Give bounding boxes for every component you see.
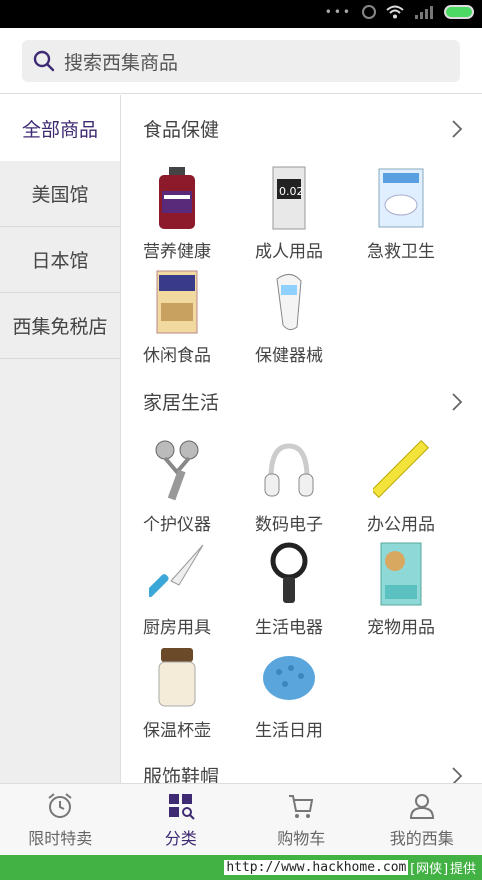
section-header-home-living[interactable]: 家居生活 <box>143 388 463 415</box>
category-item[interactable]: 办公用品 <box>345 438 457 535</box>
tab-label: 我的西集 <box>389 828 454 848</box>
sidebar-item-label: 全部商品 <box>21 118 98 141</box>
battery-icon <box>444 5 474 19</box>
sidebar-item-label: 西集免税店 <box>12 316 108 338</box>
supplement-bottle-icon <box>149 165 205 231</box>
category-item-label: 保温杯壶 <box>143 721 211 741</box>
sidebar-item-label: 美国馆 <box>31 184 89 206</box>
alarm-clock-icon <box>48 792 72 818</box>
sidebar-item-label: 日本馆 <box>31 250 89 272</box>
thermometer-icon <box>261 269 317 335</box>
chevron-right-icon <box>452 119 463 138</box>
category-item[interactable]: 数码电子 <box>233 438 345 535</box>
category-sidebar: 全部商品 美国馆 日本馆 西集免税店 <box>0 95 121 783</box>
section-header-food-health[interactable]: 食品保健 <box>143 115 463 142</box>
sidebar-item-japan[interactable]: 日本馆 <box>0 227 120 293</box>
person-icon <box>409 793 434 819</box>
watermark-bar: http://www.hackhome.com [网侠]提供 <box>0 855 482 880</box>
snack-box-icon <box>149 269 205 335</box>
signal-icon <box>415 6 433 19</box>
section-title: 食品保健 <box>143 119 220 141</box>
box-icon: 0.02 <box>261 165 317 231</box>
watermark-tag: [网侠]提供 <box>408 862 476 877</box>
tab-label: 购物车 <box>277 828 326 848</box>
category-item-label: 营养健康 <box>143 242 211 262</box>
section-title: 家居生活 <box>143 392 220 414</box>
category-item[interactable]: 个护仪器 <box>121 438 233 535</box>
notification-dots-icon: ••• <box>324 5 352 19</box>
headphones-icon <box>261 438 317 504</box>
category-item[interactable]: 0.02 成人用品 <box>233 165 345 262</box>
bottom-tab-bar: 限时特卖 分类 购物车 我的西集 <box>0 783 482 855</box>
sidebar-item-duty-free[interactable]: 西集免税店 <box>0 293 120 359</box>
category-item[interactable]: 保温杯壶 <box>121 644 233 741</box>
search-icon <box>33 50 55 72</box>
search-input[interactable]: 搜索西集商品 <box>22 40 460 82</box>
section-title: 服饰鞋帽 <box>143 766 220 783</box>
status-bar: ••• <box>0 0 482 28</box>
chevron-right-icon <box>452 766 463 783</box>
category-item-label: 急救卫生 <box>367 242 435 262</box>
tab-label: 限时特卖 <box>28 828 93 848</box>
category-item[interactable]: 急救卫生 <box>345 165 457 262</box>
knife-icon <box>149 541 205 607</box>
tab-cart[interactable]: 购物车 <box>241 784 362 855</box>
food-jar-icon <box>149 644 205 710</box>
search-placeholder: 搜索西集商品 <box>64 51 179 74</box>
category-item-label: 厨房用具 <box>143 618 211 638</box>
category-item[interactable]: 保健器械 <box>233 269 345 366</box>
sync-icon <box>362 5 376 19</box>
face-roller-icon <box>149 438 205 504</box>
category-item-label: 个护仪器 <box>143 515 211 535</box>
watermark-url: http://www.hackhome.com <box>224 860 409 875</box>
category-content: 食品保健 营养健康 0.02 成人用品 急救卫生 休闲食品 保健器械 家居生活 <box>121 95 482 783</box>
category-item-label: 生活电器 <box>255 618 323 638</box>
category-item[interactable]: 休闲食品 <box>121 269 233 366</box>
svg-text:0.02: 0.02 <box>279 185 304 198</box>
bladeless-fan-icon <box>261 541 317 607</box>
tab-label: 分类 <box>164 828 197 848</box>
category-item-label: 成人用品 <box>255 242 323 262</box>
category-item-label: 生活日用 <box>255 721 323 741</box>
pet-pad-icon <box>373 541 429 607</box>
category-item[interactable]: 生活日用 <box>233 644 345 741</box>
sidebar-item-all-products[interactable]: 全部商品 <box>0 95 120 161</box>
ruler-icon <box>373 438 429 504</box>
category-item[interactable]: 生活电器 <box>233 541 345 638</box>
cart-icon <box>289 794 314 818</box>
category-item-label: 办公用品 <box>367 515 435 535</box>
section-header-apparel[interactable]: 服饰鞋帽 <box>143 762 463 783</box>
wifi-icon <box>386 5 404 19</box>
category-item[interactable]: 厨房用具 <box>121 541 233 638</box>
category-grid-icon <box>168 793 195 820</box>
sidebar-item-usa[interactable]: 美国馆 <box>0 161 120 227</box>
search-header: 搜索西集商品 <box>0 28 482 94</box>
category-item-label: 休闲食品 <box>143 346 211 366</box>
tab-flash-sale[interactable]: 限时特卖 <box>0 784 121 855</box>
tab-categories[interactable]: 分类 <box>121 784 242 855</box>
category-item-label: 保健器械 <box>255 346 323 366</box>
tab-my-account[interactable]: 我的西集 <box>362 784 482 855</box>
category-item[interactable]: 宠物用品 <box>345 541 457 638</box>
face-mask-icon <box>373 165 429 231</box>
category-item[interactable]: 营养健康 <box>121 165 233 262</box>
chevron-right-icon <box>452 392 463 411</box>
laundry-ball-icon <box>261 644 317 710</box>
category-item-label: 数码电子 <box>255 515 323 535</box>
category-item-label: 宠物用品 <box>367 618 435 638</box>
